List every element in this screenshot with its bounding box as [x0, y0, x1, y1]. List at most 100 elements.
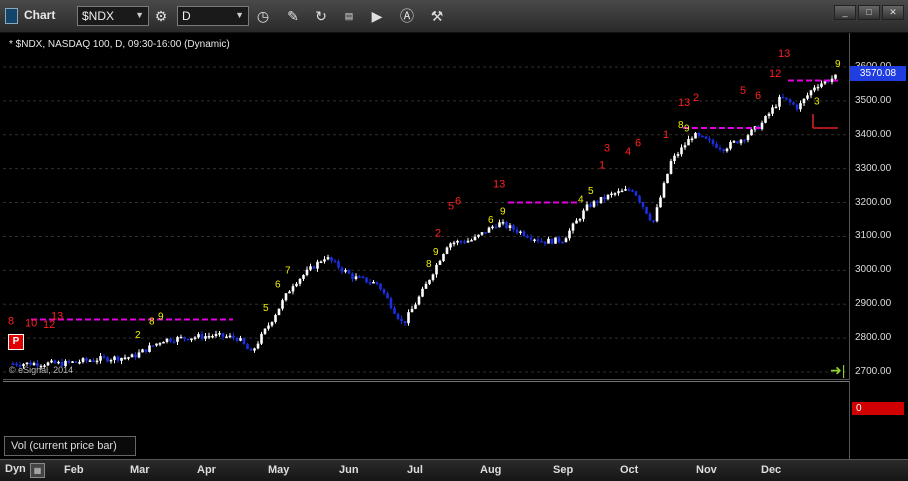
price-panel[interactable]: 8 10 12 13 2 5 6 13 1 3 4 6 1 13 2 5 6 12 13 2 8 9 5 6 7 8 9 6 9 4 5 8 9… [3, 33, 850, 380]
candle-body [407, 312, 410, 324]
candle-body [470, 240, 473, 242]
candle-body [519, 231, 522, 233]
price-axis[interactable]: 3600.003500.003400.003300.003200.003100.… [850, 33, 906, 379]
candle-body [785, 97, 788, 100]
candle-body [155, 343, 158, 346]
candle-body [176, 337, 179, 342]
candle-body [620, 190, 624, 193]
td-setup-label: 9 [835, 59, 841, 70]
maximize-button[interactable]: □ [858, 5, 880, 20]
candle-body [316, 261, 319, 269]
settings-gear-icon[interactable]: ⚙ [151, 6, 171, 26]
clock-icon[interactable]: ◷ [253, 6, 273, 26]
td-setup-label: 5 [263, 303, 269, 314]
candle-body [631, 190, 634, 192]
td-setup-label: 4 [578, 195, 584, 206]
candle-body [568, 230, 571, 239]
candle-body [358, 276, 361, 278]
candle-body [400, 318, 403, 322]
candle-body [95, 360, 99, 363]
candle-body [347, 270, 351, 274]
volume-label[interactable]: Vol (current price bar) [4, 436, 136, 456]
candle-body [445, 247, 449, 254]
candle-body [680, 147, 683, 155]
td-countdown-label: 6 [455, 195, 461, 207]
candle-body [186, 338, 190, 341]
candle-body [116, 356, 120, 361]
td-countdown-label: 2 [693, 92, 699, 104]
candle-body [498, 222, 501, 228]
candle-body [354, 276, 358, 279]
td-setup-label: 6 [488, 215, 494, 226]
dynamic-mode-label[interactable]: Dyn [5, 463, 26, 475]
p-marker[interactable]: P [8, 334, 24, 350]
month-label: Aug [480, 464, 502, 476]
candle-body [365, 277, 368, 283]
time-axis[interactable]: Dyn ▦ Feb Mar Apr May Jun Jul Aug Sep Oct Nov Dec [0, 459, 908, 481]
alert-icon[interactable]: Ⓐ [397, 6, 417, 26]
close-button[interactable]: ✕ [882, 5, 904, 20]
month-label: Jul [407, 464, 423, 476]
wand-icon[interactable]: ⚒ [427, 6, 447, 26]
lock-icon[interactable]: ▦ [30, 463, 45, 478]
volume-value-badge: 0 [852, 402, 904, 415]
candle-body [610, 193, 613, 196]
candle-body [589, 204, 592, 207]
candle-body [421, 288, 424, 297]
candle-body [557, 237, 561, 242]
candle-body [414, 304, 417, 309]
symbol-combo[interactable]: $NDX ▼ [77, 6, 149, 26]
td-setup-label: 8 [149, 317, 155, 328]
candle-body [820, 83, 823, 87]
td-countdown-label: 13 [778, 48, 790, 60]
pencil-icon[interactable]: ✎ [283, 6, 303, 26]
candle-body [711, 140, 715, 144]
interval-value: D [182, 9, 191, 23]
candle-body [74, 361, 78, 363]
candle-body [235, 337, 239, 341]
td-countdown-label: 5 [448, 200, 454, 212]
price-tick-label: 3500.00 [855, 94, 892, 106]
scroll-to-end-icon[interactable]: ➜| [830, 362, 845, 379]
candle-body [200, 334, 204, 339]
candle-body [452, 242, 456, 245]
candle-body [774, 106, 778, 109]
candle-body [704, 136, 708, 139]
candle-body [396, 313, 400, 319]
candle-body [218, 333, 221, 335]
candle-body [267, 325, 270, 329]
study-icon[interactable]: ▤ [339, 6, 359, 26]
candle-body [99, 356, 102, 361]
price-tick-label: 2800.00 [855, 332, 892, 344]
td-setup-label: 5 [588, 186, 594, 197]
candle-body [690, 138, 694, 140]
candle-body [449, 243, 452, 248]
candle-body [372, 281, 375, 284]
candle-body [543, 241, 547, 244]
candle-body [67, 360, 71, 363]
candle-body [687, 139, 690, 146]
volume-axis [850, 381, 906, 458]
candle-body [533, 239, 536, 241]
candle-body [151, 345, 155, 347]
refresh-icon[interactable]: ↻ [311, 6, 331, 26]
candle-body [729, 142, 732, 149]
candle-body [613, 193, 617, 195]
candle-body [575, 220, 578, 224]
play-icon[interactable]: ▶ [367, 6, 387, 26]
td-countdown-label: 4 [625, 146, 631, 158]
candle-body [778, 96, 781, 107]
candle-body [92, 360, 95, 362]
candle-body [750, 129, 753, 136]
candle-body [274, 315, 277, 322]
td-countdown-label: 6 [755, 90, 761, 102]
td-countdown-label: 13 [493, 178, 505, 190]
month-label: Nov [696, 464, 717, 476]
interval-combo[interactable]: D ▼ [177, 6, 249, 26]
candle-body [323, 259, 326, 262]
td-countdown-label: 3 [604, 143, 610, 155]
candle-body [197, 334, 200, 338]
candle-body [424, 283, 428, 289]
minimize-button[interactable]: _ [834, 5, 856, 20]
candle-body [767, 113, 771, 116]
